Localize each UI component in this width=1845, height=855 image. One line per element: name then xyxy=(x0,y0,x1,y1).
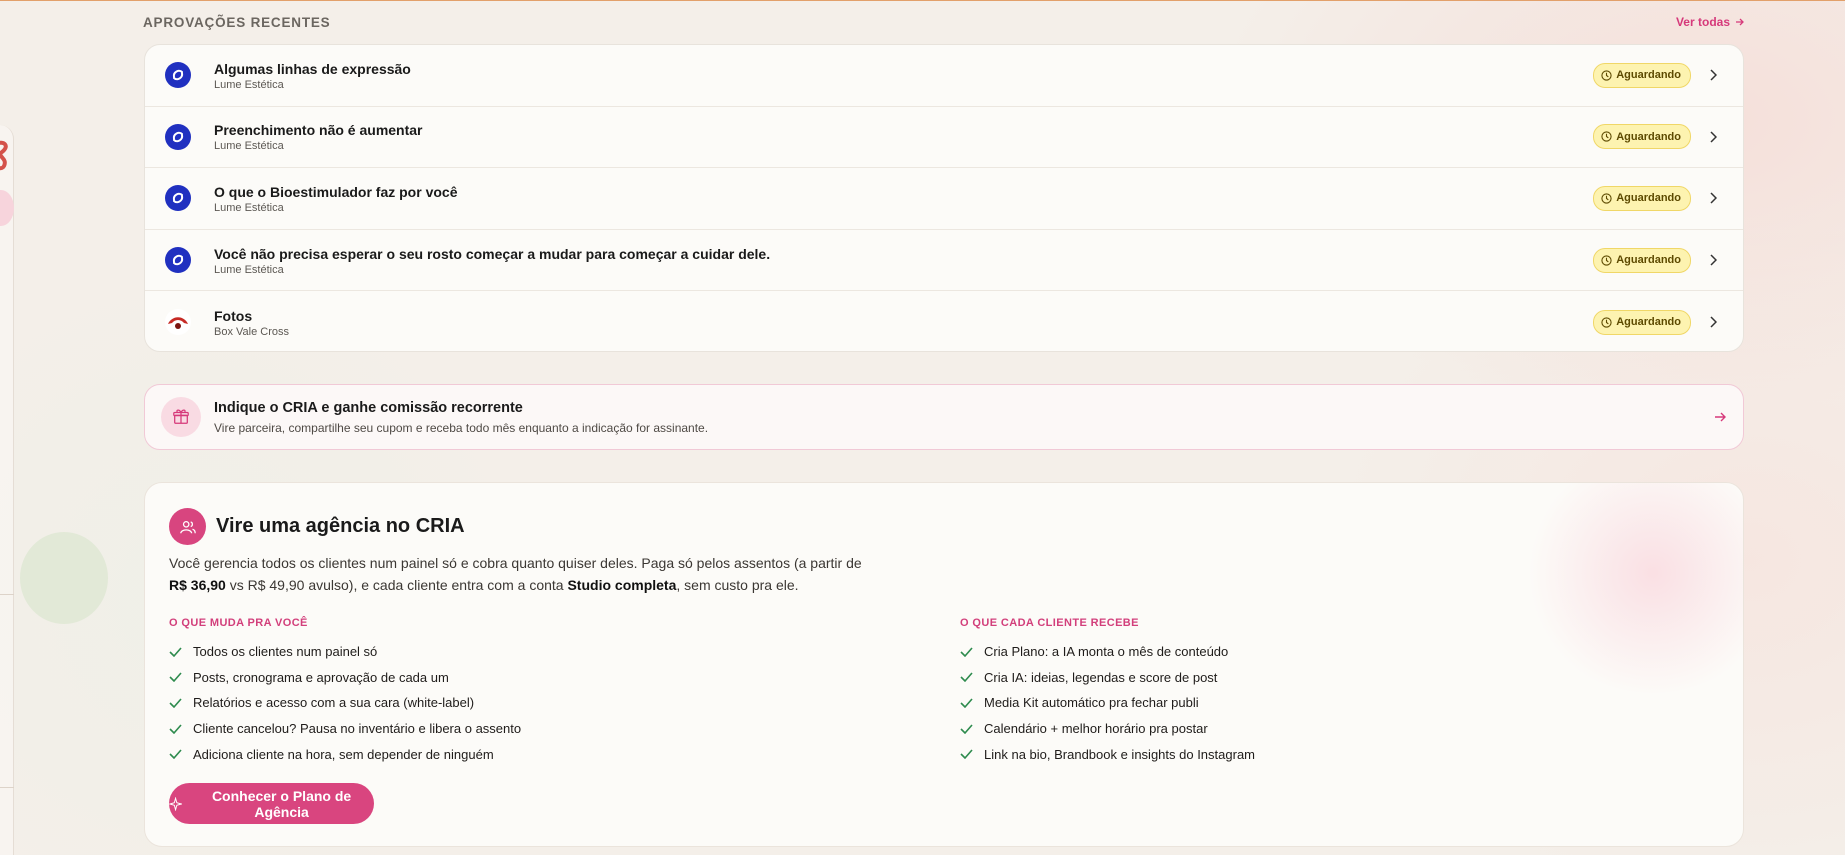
benefit-item: Calendário + melhor horário pra postar xyxy=(960,716,1560,742)
agency-description: Você gerencia todos os clientes num pain… xyxy=(169,555,862,593)
agency-header: Vire uma agência no CRIA xyxy=(169,508,465,545)
approval-client: Lume Estética xyxy=(214,78,284,91)
chevron-right-icon xyxy=(1705,252,1721,268)
approvals-header: APROVAÇÕES RECENTES Ver todas xyxy=(143,12,1745,32)
clock-icon xyxy=(1601,193,1612,204)
lume-logo-icon xyxy=(165,247,191,274)
clock-icon xyxy=(1601,70,1612,81)
benefit-item: Todos os clientes num painel só xyxy=(169,639,769,665)
check-icon xyxy=(960,698,974,708)
approval-row[interactable]: Você não precisa esperar o seu rosto com… xyxy=(145,230,1743,292)
approval-row[interactable]: Preenchimento não é aumentar Lume Estéti… xyxy=(145,107,1743,169)
agency-title: Vire uma agência no CRIA xyxy=(216,515,465,537)
lume-logo-icon xyxy=(165,62,191,89)
benefit-item: Relatórios e acesso com a sua cara (whit… xyxy=(169,690,769,716)
clock-icon xyxy=(1601,131,1612,143)
status-badge: Aguardando xyxy=(1593,124,1691,150)
status-badge: Aguardando xyxy=(1593,185,1691,211)
approval-title: O que o Bioestimulador faz por você xyxy=(214,183,458,200)
approval-client: Lume Estética xyxy=(214,201,284,214)
check-icon xyxy=(169,672,183,683)
agency-plan-label: Conhecer o Plano de Agência xyxy=(211,787,352,820)
referral-banner[interactable]: Indique o CRIA e ganhe comissão recorren… xyxy=(144,384,1744,450)
approval-client: Box Vale Cross xyxy=(214,325,289,338)
approval-title: Algumas linhas de expressão xyxy=(214,60,411,77)
status-badge: Aguardando xyxy=(1593,247,1691,273)
approval-client: Lume Estética xyxy=(214,263,284,276)
lume-logo-icon xyxy=(165,185,191,212)
check-icon xyxy=(169,647,183,657)
status-label: Aguardando xyxy=(1616,69,1681,82)
agency-card: Vire uma agência no CRIA Você gerencia t… xyxy=(144,482,1744,847)
chevron-right-icon xyxy=(1705,129,1721,145)
check-icon xyxy=(169,698,183,708)
see-all-link[interactable]: Ver todas xyxy=(1676,15,1745,29)
users-icon xyxy=(169,508,206,545)
status-label: Aguardando xyxy=(1616,192,1681,205)
check-icon xyxy=(169,749,183,760)
price-value: R$ 36,90 xyxy=(169,577,226,593)
chevron-right-icon xyxy=(1705,190,1721,206)
sidebar-divider xyxy=(0,787,14,788)
benefit-item: Posts, cronograma e aprovação de cada um xyxy=(169,665,769,691)
check-icon xyxy=(960,749,974,760)
column-title: O QUE MUDA PRA VOCÊ xyxy=(169,617,308,629)
see-all-label: Ver todas xyxy=(1675,15,1730,29)
check-icon xyxy=(960,647,974,657)
benefit-item: Link na bio, Brandbook e insights do Ins… xyxy=(960,741,1560,767)
box-vale-cross-logo-icon xyxy=(165,309,191,336)
arrow-right-icon xyxy=(1715,412,1726,422)
benefit-item: Cria Plano: a IA monta o mês de conteúdo xyxy=(960,639,1560,665)
check-icon xyxy=(960,672,974,683)
benefit-item: Cliente cancelou? Pausa no inventário e … xyxy=(169,716,769,742)
column-title: O QUE CADA CLIENTE RECEBE xyxy=(960,617,1139,629)
arrow-right-icon xyxy=(1736,18,1744,26)
status-label: Aguardando xyxy=(1616,254,1681,267)
benefit-item: Media Kit automático pra fechar publi xyxy=(960,690,1560,716)
status-label: Aguardando xyxy=(1616,316,1681,329)
approval-title: Fotos xyxy=(214,307,253,324)
benefit-item: Cria IA: ideias, legendas e score de pos… xyxy=(960,665,1560,691)
check-icon xyxy=(169,724,183,734)
approval-row[interactable]: O que o Bioestimulador faz por você Lume… xyxy=(145,168,1743,230)
status-label: Aguardando xyxy=(1616,130,1681,143)
decorative-blob xyxy=(20,532,108,624)
status-badge: Aguardando xyxy=(1593,62,1691,88)
clock-icon xyxy=(1601,317,1612,328)
referral-title: Indique o CRIA e ganhe comissão recorren… xyxy=(214,399,523,416)
benefit-item: Adiciona cliente na hora, sem depender d… xyxy=(169,741,769,767)
approval-row[interactable]: Fotos Box Vale Cross Aguardando xyxy=(145,291,1743,351)
agency-plan-button[interactable]: Conhecer o Plano de Agência xyxy=(169,783,374,824)
check-icon xyxy=(960,724,974,734)
approval-title: Preenchimento não é aumentar xyxy=(214,122,423,139)
top-divider xyxy=(0,0,1845,1)
sidebar-divider xyxy=(0,594,14,595)
gift-icon xyxy=(161,397,201,437)
section-title: APROVAÇÕES RECENTES xyxy=(143,14,331,30)
sidebar-edge xyxy=(0,125,14,855)
referral-subtitle: Vire parceira, compartilhe seu cupom e r… xyxy=(214,420,709,435)
benefits-for-you: O QUE MUDA PRA VOCÊ Todos os clientes nu… xyxy=(169,617,769,767)
approval-client: Lume Estética xyxy=(214,140,284,153)
approval-row[interactable]: Algumas linhas de expressão Lume Estétic… xyxy=(145,45,1743,107)
approval-title: Você não precisa esperar o seu rosto com… xyxy=(214,245,771,262)
chevron-right-icon xyxy=(1705,67,1721,83)
plan-name: Studio completa xyxy=(567,577,677,593)
lume-logo-icon xyxy=(165,123,191,150)
brand-logo-icon xyxy=(0,140,8,171)
chevron-right-icon xyxy=(1705,314,1721,330)
benefits-for-client: O QUE CADA CLIENTE RECEBE Cria Plano: a … xyxy=(960,617,1560,767)
status-badge: Aguardando xyxy=(1593,309,1691,335)
clock-icon xyxy=(1601,254,1612,266)
sparkle-icon xyxy=(169,796,183,811)
approvals-list: Algumas linhas de expressão Lume Estétic… xyxy=(144,44,1744,352)
